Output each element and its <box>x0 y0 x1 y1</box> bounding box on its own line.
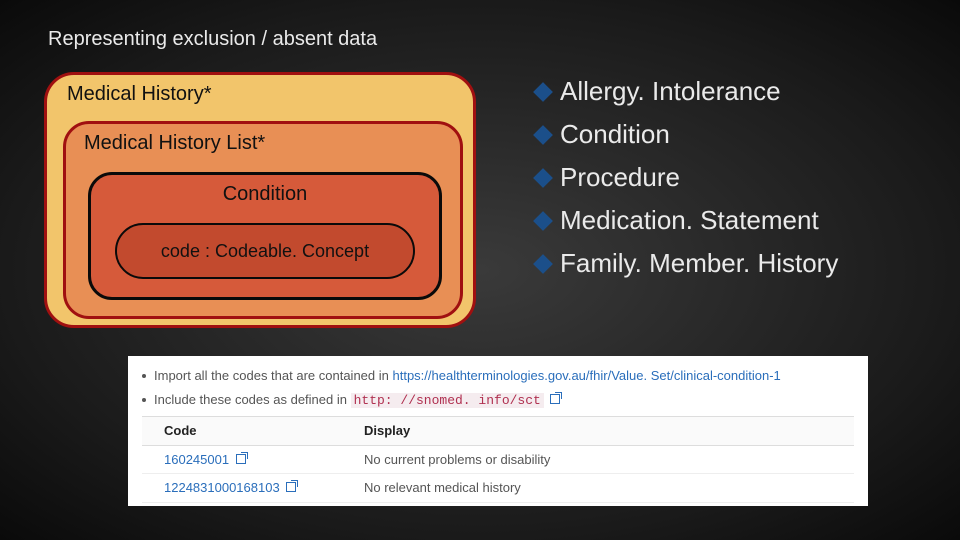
th-display: Display <box>342 417 854 446</box>
bullet-allergy-intolerance: Allergy. Intolerance <box>536 76 936 107</box>
valueset-rules-panel: Import all the codes that are contained … <box>128 356 868 506</box>
rule-include: Include these codes as defined in http: … <box>142 390 854 411</box>
label-condition: Condition <box>91 183 439 206</box>
bullet-text: Allergy. Intolerance <box>560 76 781 107</box>
th-code: Code <box>142 417 342 446</box>
rule-import-text: Import all the codes that are contained … <box>154 368 392 383</box>
nesting-diagram: Medical History* Medical History List* C… <box>44 72 476 328</box>
codes-table: Code Display 160245001 No current proble… <box>142 416 854 503</box>
rule-include-text: Include these codes as defined in <box>154 392 351 407</box>
bullet-text: Procedure <box>560 162 680 193</box>
diamond-icon <box>533 254 553 274</box>
diamond-icon <box>533 211 553 231</box>
rule-include-codesystem[interactable]: http: //snomed. info/sct <box>351 393 544 408</box>
code-link[interactable]: 1224831000168103 <box>164 480 280 495</box>
bullet-procedure: Procedure <box>536 162 936 193</box>
box-medical-history-list: Medical History List* Condition code : C… <box>63 121 463 319</box>
display-text: No relevant medical history <box>342 474 854 503</box>
bullet-list: Allergy. Intolerance Condition Procedure… <box>536 76 936 291</box>
bullet-text: Family. Member. History <box>560 248 838 279</box>
diamond-icon <box>533 125 553 145</box>
box-condition: Condition code : Codeable. Concept <box>88 172 442 300</box>
bullet-family-member-history: Family. Member. History <box>536 248 936 279</box>
table-row: 160245001 No current problems or disabil… <box>142 445 854 474</box>
external-link-icon <box>236 454 246 464</box>
bullet-text: Condition <box>560 119 670 150</box>
bullet-condition: Condition <box>536 119 936 150</box>
table-row: 1224831000168103 No relevant medical his… <box>142 474 854 503</box>
display-text: No current problems or disability <box>342 445 854 474</box>
diamond-icon <box>533 82 553 102</box>
external-link-icon <box>550 394 560 404</box>
bullet-text: Medication. Statement <box>560 205 819 236</box>
code-link[interactable]: 160245001 <box>164 452 229 467</box>
label-medical-history: Medical History* <box>67 83 211 106</box>
rule-import: Import all the codes that are contained … <box>142 366 854 386</box>
pill-code-codeableconcept: code : Codeable. Concept <box>115 223 415 279</box>
slide-title: Representing exclusion / absent data <box>48 28 377 51</box>
box-medical-history: Medical History* Medical History List* C… <box>44 72 476 328</box>
label-medical-history-list: Medical History List* <box>84 132 265 155</box>
rule-import-url[interactable]: https://healthterminologies.gov.au/fhir/… <box>392 368 780 383</box>
bullet-medication-statement: Medication. Statement <box>536 205 936 236</box>
bullet-dot-icon <box>142 374 146 378</box>
bullet-dot-icon <box>142 398 146 402</box>
external-link-icon <box>286 482 296 492</box>
diamond-icon <box>533 168 553 188</box>
